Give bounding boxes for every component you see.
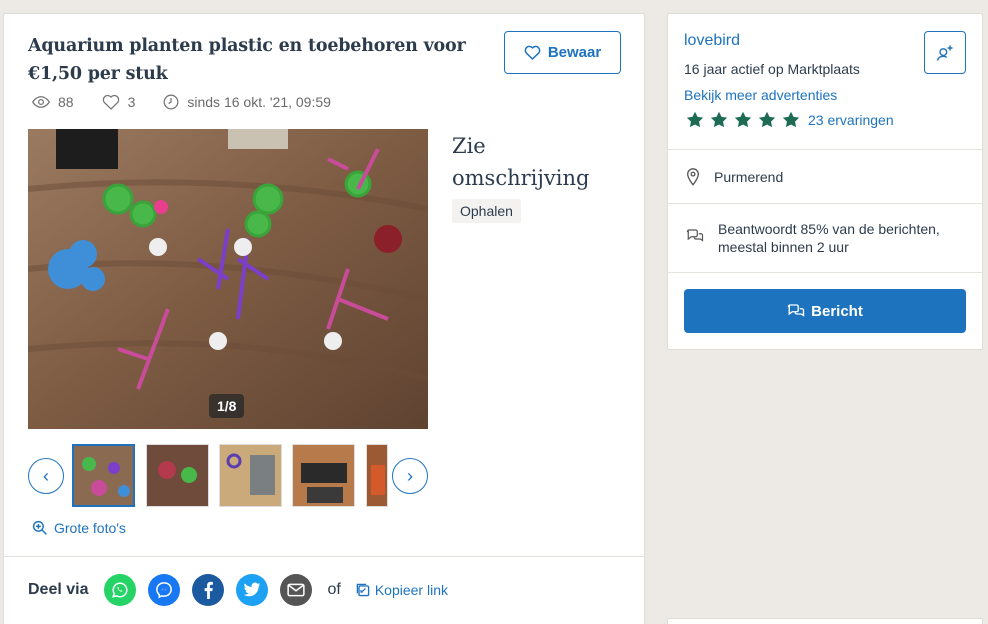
thumbnail-image [220, 445, 281, 506]
aquarium-plants-photo [28, 129, 428, 429]
thumbnail-5[interactable] [366, 444, 388, 507]
divider [4, 556, 644, 557]
favorite-count-value: 3 [127, 94, 136, 110]
seller-response-rate: Beantwoordt 85% van de berichten, meesta… [686, 220, 956, 256]
divider [668, 272, 982, 273]
price-note: Zie omschrijving [452, 134, 590, 190]
follow-user-icon [936, 45, 953, 61]
chat-bubbles-icon [787, 304, 805, 317]
star-icon [734, 111, 752, 128]
whatsapp-icon [112, 582, 129, 598]
messenger-share-button[interactable] [148, 574, 181, 606]
main-photo[interactable]: 1/8 [28, 129, 428, 429]
share-bar: Deel via of Kopieer link [28, 574, 448, 606]
clock-icon [163, 94, 179, 110]
large-photos-label: Grote foto's [54, 520, 126, 536]
photo-counter: 1/8 [209, 394, 245, 418]
thumbnail-image [74, 446, 133, 505]
thumbnail-image [147, 445, 208, 506]
thumbnail-image [367, 445, 387, 506]
map-pin-icon [687, 168, 699, 186]
copy-link-icon [356, 583, 370, 597]
save-button-label: Bewaar [547, 44, 602, 61]
envelope-icon [287, 583, 306, 597]
divider [668, 149, 982, 150]
facebook-icon [205, 581, 214, 599]
heart-icon [102, 94, 119, 110]
more-ads-link[interactable]: Bekijk meer advertenties [684, 87, 837, 103]
twitter-share-button[interactable] [236, 574, 269, 606]
thumbnail-2[interactable] [146, 444, 209, 507]
view-count-value: 88 [58, 94, 74, 110]
reviews-link[interactable]: 23 ervaringen [808, 112, 894, 128]
favorite-count: 3 [102, 94, 136, 110]
divider [668, 203, 982, 204]
listing-card: Aquarium planten plastic en toebehoren v… [3, 13, 645, 624]
seller-card: lovebird 16 jaar actief op Marktplaats B… [667, 13, 983, 350]
listing-meta: 88 3 sinds 16 okt. '21, 09:59 [32, 94, 359, 110]
posted-date: sinds 16 okt. '21, 09:59 [163, 94, 331, 110]
thumbnail-1[interactable] [72, 444, 135, 507]
delivery-tag: Ophalen [452, 199, 521, 223]
star-icon [758, 111, 776, 128]
seller-location-value: Purmerend [714, 169, 784, 185]
twitter-icon [244, 582, 261, 597]
star-icon [686, 111, 704, 128]
eye-icon [32, 96, 50, 108]
thumbnail-strip: ‹ › [28, 440, 428, 510]
prev-photo-button[interactable]: ‹ [28, 458, 64, 494]
thumbnail-image [293, 445, 354, 506]
secondary-card [667, 618, 983, 624]
seller-rating: 23 ervaringen [686, 111, 894, 128]
listing-title: Aquarium planten plastic en toebehoren v… [28, 36, 466, 84]
share-or-text: of [327, 581, 341, 598]
chevron-left-icon: ‹ [43, 465, 49, 486]
whatsapp-share-button[interactable] [104, 574, 137, 606]
star-icon [710, 111, 728, 128]
follow-seller-button[interactable] [924, 31, 966, 74]
star-icon [782, 111, 800, 128]
seller-response-text: Beantwoordt 85% van de berichten, meesta… [718, 221, 940, 255]
chat-bubbles-icon [686, 229, 704, 242]
facebook-share-button[interactable] [192, 574, 225, 606]
large-photos-link[interactable]: Grote foto's [32, 520, 126, 536]
share-label: Deel via [28, 581, 89, 598]
view-count: 88 [32, 94, 74, 110]
copy-link-button[interactable]: Kopieer link [355, 582, 448, 598]
seller-name: lovebird [684, 32, 741, 49]
seller-location: Purmerend [686, 168, 783, 186]
posted-date-value: sinds 16 okt. '21, 09:59 [187, 94, 331, 110]
chevron-right-icon: › [407, 465, 413, 486]
email-share-button[interactable] [280, 574, 313, 606]
save-button[interactable]: Bewaar [504, 31, 621, 74]
messenger-icon [156, 582, 173, 599]
thumbnail-3[interactable] [219, 444, 282, 507]
seller-active-since: 16 jaar actief op Marktplaats [684, 61, 860, 77]
heart-icon [524, 45, 541, 60]
next-photo-button[interactable]: › [392, 458, 428, 494]
seller-name-link[interactable]: lovebird [684, 32, 740, 50]
message-seller-button[interactable]: Bericht [684, 289, 966, 333]
zoom-in-icon [32, 520, 47, 535]
message-seller-label: Bericht [811, 302, 863, 320]
copy-link-label: Kopieer link [374, 582, 448, 598]
thumbnail-4[interactable] [292, 444, 355, 507]
